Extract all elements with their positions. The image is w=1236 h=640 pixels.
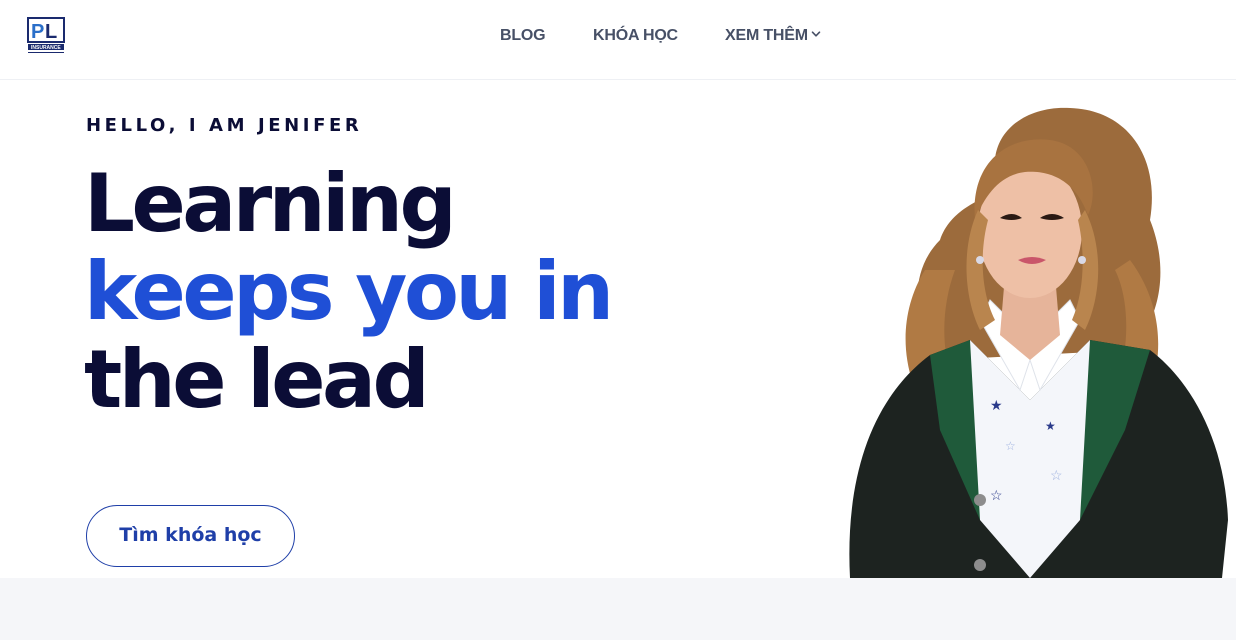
main-nav: BLOG KHÓA HỌC XEM THÊM — [0, 0, 1236, 72]
chevron-down-icon — [811, 31, 821, 37]
nav-item-blog[interactable]: BLOG — [500, 27, 546, 45]
hero-eyebrow: HELLO, I AM JENIFER — [86, 115, 363, 136]
headline-line-3: the lead — [84, 333, 430, 426]
site-header: P L INSURANCE BLOG KHÓA HỌC XEM THÊM — [0, 0, 1236, 80]
hero-section: HELLO, I AM JENIFER Learning keeps you i… — [0, 80, 1236, 578]
svg-text:☆: ☆ — [1005, 439, 1016, 453]
find-course-button[interactable]: Tìm khóa học — [86, 505, 295, 567]
svg-text:★: ★ — [990, 397, 1003, 413]
portrait-photo: ★ ☆ ☆ ★ ☆ — [849, 107, 1228, 578]
nav-item-xem-them-label: XEM THÊM — [725, 27, 808, 44]
svg-text:★: ★ — [1045, 419, 1056, 433]
svg-text:☆: ☆ — [990, 487, 1003, 503]
headline-line-2: keeps you in — [84, 245, 614, 338]
section-divider-band — [0, 578, 1236, 640]
hero-headline: Learning keeps you in the lead — [84, 157, 614, 426]
svg-text:☆: ☆ — [1050, 467, 1063, 483]
nav-item-khoa-hoc[interactable]: KHÓA HỌC — [593, 27, 678, 45]
nav-item-xem-them[interactable]: XEM THÊM — [725, 27, 821, 45]
headline-line-1: Learning — [84, 157, 457, 250]
